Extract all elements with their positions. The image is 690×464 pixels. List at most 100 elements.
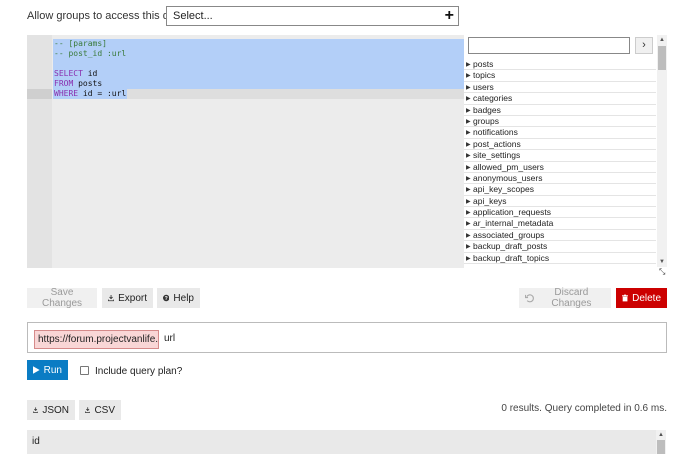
groups-select-value: Select...: [173, 10, 213, 22]
schema-table-item[interactable]: ▶ categories: [464, 93, 656, 105]
editor-gutter: [27, 35, 52, 268]
caret-right-icon: ▶: [466, 244, 471, 251]
schema-table-name: application_requests: [473, 207, 551, 218]
caret-right-icon: ▶: [466, 255, 471, 262]
schema-table-item[interactable]: ▶ anonymous_users: [464, 172, 656, 185]
editor-gutter-active-line: [27, 89, 52, 99]
schema-table-list: ▶ posts ▶ topics ▶ users ▶ categories ▶ badges ▶ gr…: [464, 59, 656, 265]
schema-scrollbar[interactable]: ▲ ▼: [657, 35, 667, 267]
caret-right-icon: ▶: [466, 198, 471, 205]
caret-right-icon: ▶: [466, 62, 471, 68]
sql-keyword: FROM: [54, 79, 74, 88]
download-icon: [33, 407, 39, 413]
save-changes-label: Save Changes: [41, 287, 83, 309]
download-json-button[interactable]: JSON: [27, 400, 75, 420]
discard-changes-label: Discard Changes: [551, 287, 592, 309]
discard-changes-button[interactable]: Discard Changes: [519, 287, 611, 309]
schema-table-item[interactable]: ▶ ar_internal_metadata: [464, 218, 656, 230]
code-line: FROM posts: [54, 79, 102, 89]
export-button[interactable]: Export: [102, 288, 153, 308]
caret-right-icon: ▶: [466, 232, 471, 239]
groups-select[interactable]: Select... +: [166, 6, 459, 26]
sql-keyword: WHERE: [54, 89, 79, 98]
scroll-up-arrow-icon[interactable]: ▲: [657, 35, 667, 45]
schema-table-name: site_settings: [473, 150, 521, 161]
sql-keyword: SELECT: [54, 69, 83, 78]
help-label: Help: [173, 292, 194, 304]
export-label: Export: [118, 292, 147, 304]
caret-right-icon: ▶: [466, 84, 471, 91]
schema-table-item[interactable]: ▶ allowed_pm_users: [464, 162, 656, 173]
query-plan-checkbox[interactable]: [80, 366, 89, 375]
schema-table-item[interactable]: ▶ notifications: [464, 127, 656, 139]
schema-browser: › ▶ posts ▶ topics ▶ users ▶ categories ▶ badges ▶…: [464, 35, 668, 277]
caret-right-icon: ▶: [466, 73, 471, 80]
schema-table-item[interactable]: ▶ api_keys: [464, 196, 656, 208]
schema-table-item[interactable]: ▶ topics: [464, 70, 656, 82]
results-scrollbar[interactable]: ▲: [656, 430, 666, 454]
sql-editor[interactable]: 123456 -- [params]-- post_id :urlSELECT …: [27, 35, 464, 268]
delete-button[interactable]: Delete: [616, 288, 667, 308]
chevron-right-icon[interactable]: ›: [635, 37, 653, 54]
results-scroll-thumb[interactable]: [657, 440, 665, 454]
editor-selection: [53, 39, 464, 89]
schema-table-name: post_actions: [473, 138, 521, 149]
schema-table-item[interactable]: ▶ application_requests: [464, 207, 656, 219]
param-url-input[interactable]: https://forum.projectvanlife.com: [34, 330, 159, 349]
schema-table-item[interactable]: ▶ groups: [464, 115, 656, 128]
schema-table-item[interactable]: ▶ backup_draft_topics: [464, 253, 656, 265]
schema-table-name: backup_draft_posts: [473, 241, 548, 252]
editor-active-line: [127, 89, 464, 99]
schema-table-name: associated_groups: [473, 229, 545, 240]
param-url-name: url: [164, 333, 176, 344]
code-line: -- [params]: [54, 39, 107, 49]
caret-right-icon: ▶: [466, 118, 471, 125]
code-line: SELECT id: [54, 69, 97, 79]
schema-table-name: notifications: [473, 127, 518, 138]
schema-search-input[interactable]: [468, 37, 630, 54]
schema-table-name: groups: [473, 115, 499, 126]
caret-right-icon: ▶: [466, 107, 471, 114]
run-button[interactable]: Run: [27, 360, 68, 380]
caret-right-icon: ▶: [466, 96, 471, 103]
scroll-down-arrow-icon[interactable]: ▼: [657, 257, 667, 267]
schema-table-name: anonymous_users: [473, 172, 543, 183]
schema-table-name: ar_internal_metadata: [473, 218, 554, 229]
schema-table-item[interactable]: ▶ posts: [464, 59, 656, 71]
schema-table-item[interactable]: ▶ associated_groups: [464, 229, 656, 242]
schema-table-name: categories: [473, 93, 513, 104]
schema-table-item[interactable]: ▶ backup_draft_posts: [464, 241, 656, 253]
save-changes-button[interactable]: Save Changes: [27, 287, 97, 309]
sql-token: id = :url: [78, 89, 127, 98]
sql-comment: -- [params]: [54, 39, 107, 48]
help-button[interactable]: ? Help: [157, 288, 200, 308]
caret-right-icon: ▶: [466, 187, 471, 194]
play-icon: [33, 366, 40, 374]
schema-table-name: badges: [473, 104, 501, 115]
trash-icon: [622, 294, 629, 302]
schema-scroll-thumb[interactable]: [658, 46, 666, 70]
code-line: WHERE id = :url: [54, 89, 126, 99]
code-line: -- post_id :url: [54, 49, 126, 59]
plus-icon[interactable]: +: [445, 7, 454, 25]
scroll-up-arrow-icon[interactable]: ▲: [656, 430, 666, 440]
caret-right-icon: ▶: [466, 153, 471, 160]
caret-right-icon: ▶: [466, 141, 471, 148]
results-status: 0 results. Query completed in 0.6 ms.: [501, 403, 667, 414]
run-label: Run: [43, 364, 62, 376]
schema-table-item[interactable]: ▶ post_actions: [464, 138, 656, 151]
results-column-header: id: [32, 436, 40, 447]
schema-table-item[interactable]: ▶ api_key_scopes: [464, 184, 656, 196]
download-icon: [108, 294, 115, 302]
results-table: id: [27, 430, 656, 454]
schema-table-item[interactable]: ▶ users: [464, 82, 656, 94]
sql-token: posts: [73, 79, 103, 88]
sql-comment: -- post_id :url: [54, 49, 127, 58]
download-csv-button[interactable]: CSV: [79, 400, 121, 420]
schema-table-item[interactable]: ▶ badges: [464, 105, 656, 116]
delete-label: Delete: [632, 292, 661, 304]
undo-icon: [525, 294, 534, 303]
schema-table-name: posts: [473, 59, 494, 69]
schema-table-item[interactable]: ▶ site_settings: [464, 150, 656, 162]
resize-grip-icon[interactable]: ⤡: [659, 267, 665, 277]
